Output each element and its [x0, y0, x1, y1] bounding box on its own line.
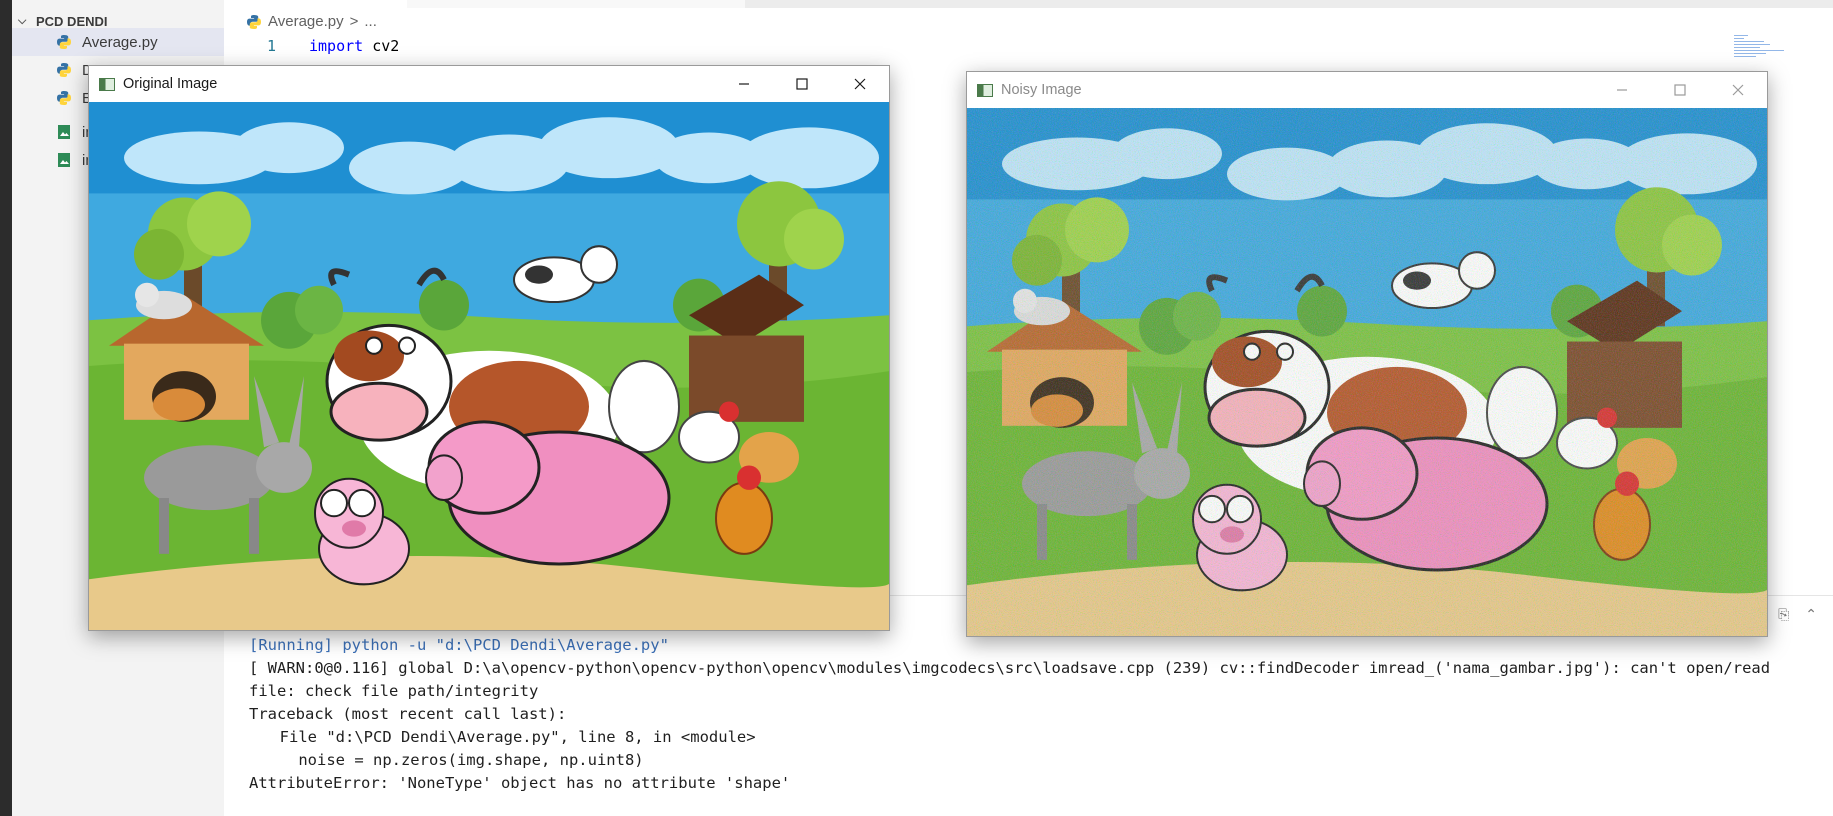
activity-bar [0, 0, 12, 816]
editor-tab-strip [224, 0, 1833, 8]
image-file-icon [58, 153, 70, 167]
editor-tab[interactable] [407, 0, 745, 8]
code-line[interactable]: 1 import cv2 [224, 37, 399, 59]
line-number: 1 [266, 37, 276, 55]
minimize-icon [739, 83, 749, 85]
farm-animals-image [89, 102, 889, 630]
breadcrumb: Average.py > ... [246, 13, 377, 30]
folder-name: PCD DENDI [36, 14, 108, 29]
output-line: AttributeError: 'NoneType' object has no… [249, 774, 791, 792]
output-line: File "d:\PCD Dendi\Average.py", line 8, … [261, 728, 756, 746]
image-file-icon [58, 125, 70, 139]
close-icon [1732, 84, 1744, 96]
app-icon [99, 77, 115, 91]
breadcrumb-symbols[interactable]: ... [364, 13, 377, 30]
window-titlebar[interactable]: Noisy Image [967, 72, 1767, 108]
code-rest: cv2 [363, 37, 400, 55]
panel-actions: ⎘ ⌃ [1778, 606, 1817, 623]
output-line: Traceback (most recent call last): [249, 705, 567, 723]
close-button[interactable] [831, 66, 889, 102]
noisy-farm-animals-image [967, 108, 1767, 636]
window-title: Original Image [123, 76, 218, 92]
window-titlebar[interactable]: Original Image [89, 66, 889, 102]
chevron-down-icon: ⌵ [18, 15, 27, 27]
maximize-button[interactable] [1651, 72, 1709, 108]
maximize-icon [796, 78, 808, 90]
breadcrumb-file[interactable]: Average.py [268, 13, 344, 30]
minimize-icon [1617, 89, 1627, 91]
explorer-item-label: Average.py [82, 33, 158, 51]
code-keyword: import [309, 37, 364, 55]
copy-icon[interactable]: ⎘ [1778, 606, 1789, 623]
minimize-button[interactable] [1593, 72, 1651, 108]
explorer-item-average-py[interactable]: Average.py [12, 28, 224, 56]
output-line: [Running] python -u "d:\PCD Dendi\Averag… [249, 636, 669, 654]
original-image-canvas[interactable] [89, 102, 889, 630]
close-button[interactable] [1709, 72, 1767, 108]
app-icon [977, 83, 993, 97]
original-image-window[interactable]: Original Image [88, 65, 890, 631]
maximize-icon [1674, 84, 1686, 96]
output-line: [ WARN:0@0.116] global D:\a\opencv-pytho… [249, 659, 1771, 677]
window-title: Noisy Image [1001, 82, 1082, 98]
explorer-folder-header[interactable]: ⌵ PCD DENDI [18, 14, 108, 29]
python-file-icon [57, 35, 71, 49]
noisy-image-window[interactable]: Noisy Image [966, 71, 1768, 637]
close-icon [854, 78, 866, 90]
maximize-button[interactable] [773, 66, 831, 102]
output-line: noise = np.zeros(img.shape, np.uint8) [261, 751, 644, 769]
editor-tab-active[interactable] [224, 0, 407, 8]
python-file-icon [57, 63, 71, 77]
chevron-up-icon[interactable]: ⌃ [1805, 606, 1817, 623]
code-text: import cv2 [309, 37, 399, 59]
python-file-icon [247, 14, 261, 29]
minimize-button[interactable] [715, 66, 773, 102]
minimap[interactable] [1734, 35, 1804, 65]
python-file-icon [57, 91, 71, 105]
noisy-image-canvas[interactable] [967, 108, 1767, 636]
breadcrumb-separator: > [349, 13, 359, 30]
output-line: file: check file path/integrity [249, 682, 539, 700]
